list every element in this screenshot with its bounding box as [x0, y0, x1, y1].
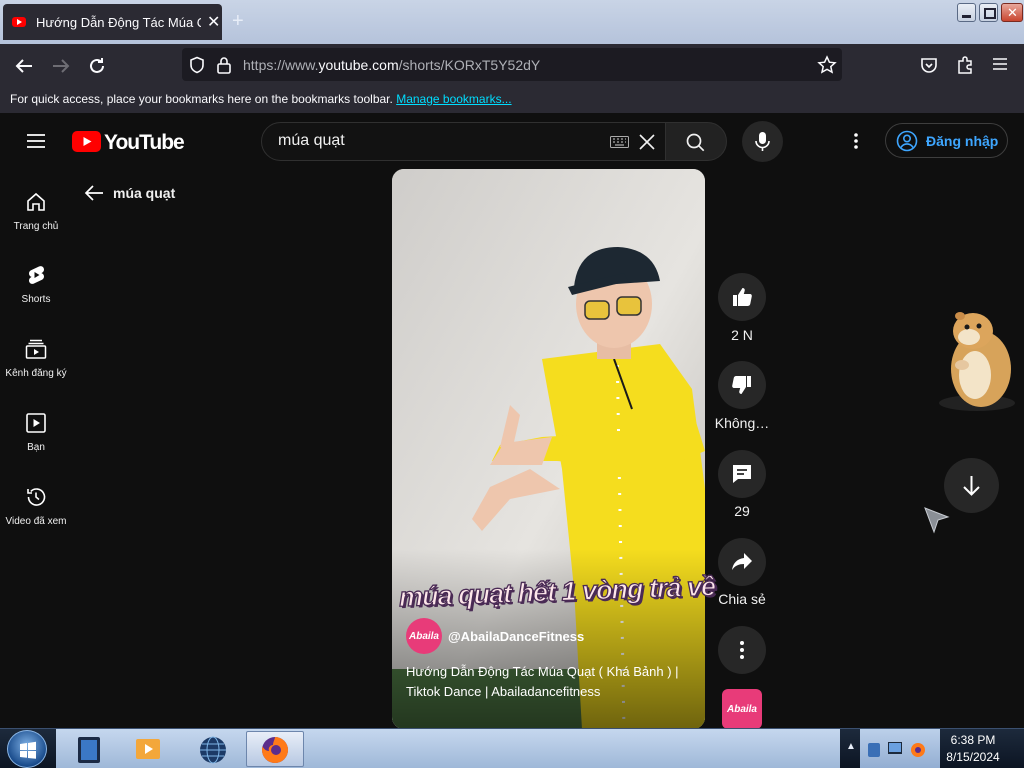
sidebar-label-shorts: Shorts	[21, 294, 51, 305]
video-description[interactable]: Hướng Dẫn Động Tác Múa Quạt ( Khá Bảnh )…	[406, 662, 698, 702]
clock-date: 8/15/2024	[946, 750, 1000, 764]
history-icon	[27, 488, 46, 506]
new-tab-button[interactable]: +	[232, 10, 244, 33]
window-close-button[interactable]	[1001, 3, 1023, 22]
channel-sound-thumbnail[interactable]: Abaila	[722, 689, 762, 729]
window-minimize-button[interactable]	[957, 3, 976, 22]
bookmarks-hint: For quick access, place your bookmarks h…	[10, 92, 393, 106]
url-host: youtube.com	[318, 57, 399, 73]
dislike-button[interactable]	[718, 361, 766, 409]
subscriptions-icon	[25, 339, 47, 359]
url-path: /shorts/KORxT5Y52dY	[398, 57, 541, 73]
taskbar-app-window[interactable]	[60, 731, 118, 767]
shorts-icon	[29, 266, 44, 284]
reload-icon[interactable]	[85, 54, 109, 78]
search-icon	[686, 133, 705, 152]
clear-search-icon[interactable]	[638, 133, 656, 151]
globe-icon	[200, 736, 226, 764]
share-button[interactable]	[718, 538, 766, 586]
search-query[interactable]: múa quạt	[278, 132, 345, 150]
comment-icon	[733, 465, 751, 483]
sidebar-label-home: Trang chủ	[13, 221, 59, 232]
sign-in-button[interactable]: Đăng nhập	[885, 123, 1008, 158]
sidebar-label-you: Bạn	[27, 442, 45, 453]
more-actions-button[interactable]	[718, 626, 766, 674]
taskbar-app-firefox[interactable]	[246, 731, 304, 767]
youtube-logo-text[interactable]: YouTube	[104, 131, 185, 155]
thumbs-down-icon	[732, 376, 751, 394]
lock-icon[interactable]	[216, 56, 232, 74]
like-button[interactable]	[718, 273, 766, 321]
dislike-label: Không…	[714, 415, 770, 431]
back-arrow-icon[interactable]	[12, 54, 36, 78]
taskbar-app-globe[interactable]	[184, 731, 242, 767]
next-short-button[interactable]	[944, 458, 999, 513]
url-text[interactable]: https://www.youtube.com/shorts/KORxT5Y52…	[243, 57, 540, 73]
sidebar-label-history: Video đã xem	[5, 516, 67, 527]
youtube-favicon-icon	[12, 17, 26, 27]
media-player-icon	[136, 739, 160, 759]
search-button[interactable]	[665, 122, 727, 161]
forward-arrow-icon[interactable]	[49, 54, 73, 78]
sidebar-item-you[interactable]: Bạn	[0, 412, 72, 453]
share-icon	[732, 553, 752, 570]
clock-time: 6:38 PM	[950, 733, 996, 747]
hamster-sticker	[935, 305, 1017, 413]
microphone-icon	[755, 132, 770, 151]
pocket-icon[interactable]	[919, 55, 939, 75]
more-vertical-icon	[740, 641, 744, 659]
back-title: múa quạt	[113, 185, 176, 201]
browser-tab[interactable]: Hướng Dẫn Động Tác Múa Quạt ✕	[3, 4, 222, 40]
shield-icon[interactable]	[188, 56, 206, 74]
bookmarks-toolbar: For quick access, place your bookmarks h…	[0, 86, 1024, 113]
comment-count: 29	[734, 503, 750, 519]
youtube-logo-icon[interactable]	[72, 131, 101, 152]
tray-expand-icon[interactable]: ▲	[846, 741, 856, 752]
windows-logo-icon	[20, 741, 36, 759]
channel-avatar[interactable]: Abaila	[406, 618, 442, 654]
mouse-cursor-icon	[924, 507, 950, 535]
home-icon	[27, 192, 45, 211]
manage-bookmarks-link[interactable]: Manage bookmarks...	[396, 92, 511, 106]
share-label: Chia sẻ	[718, 591, 766, 607]
sign-in-label: Đăng nhập	[926, 132, 999, 149]
phone-app-icon	[78, 737, 100, 763]
sidebar-label-subscriptions: Kênh đăng ký	[5, 368, 67, 379]
firefox-icon	[262, 737, 289, 763]
like-count: 2 N	[731, 327, 753, 343]
back-arrow-icon[interactable]	[84, 184, 104, 202]
extensions-puzzle-icon[interactable]	[955, 55, 975, 75]
app-menu-icon[interactable]	[991, 56, 1009, 72]
thumbs-up-icon	[733, 288, 752, 306]
sidebar-item-shorts[interactable]: Shorts	[0, 264, 72, 305]
more-options-icon[interactable]	[853, 132, 859, 150]
sidebar-item-home[interactable]: Trang chủ	[0, 191, 72, 232]
tray-icons	[868, 742, 925, 757]
start-button[interactable]	[7, 730, 47, 768]
comments-button[interactable]	[718, 450, 766, 498]
shorts-back-row[interactable]: múa quạt	[84, 184, 175, 202]
tab-close-icon[interactable]: ✕	[207, 12, 220, 32]
taskbar-app-media[interactable]	[119, 731, 177, 767]
bookmark-star-icon[interactable]	[817, 55, 837, 75]
channel-name[interactable]: @AbailaDanceFitness	[448, 629, 584, 644]
taskbar-clock[interactable]: 6:38 PM 8/15/2024	[940, 732, 1006, 766]
window-maximize-button[interactable]	[979, 3, 998, 22]
sidebar-item-history[interactable]: Video đã xem	[0, 486, 72, 527]
arrow-down-icon	[963, 476, 980, 496]
hamburger-menu-icon[interactable]	[26, 133, 46, 149]
tab-title: Hướng Dẫn Động Tác Múa Quạt	[36, 14, 201, 30]
voice-search-button[interactable]	[742, 121, 783, 162]
system-tray[interactable]	[860, 729, 940, 768]
url-prefix: https://www.	[243, 57, 319, 73]
keyboard-icon[interactable]	[610, 136, 629, 148]
sidebar-item-subscriptions[interactable]: Kênh đăng ký	[0, 338, 72, 379]
account-circle-icon	[896, 130, 918, 151]
you-icon	[26, 413, 46, 433]
